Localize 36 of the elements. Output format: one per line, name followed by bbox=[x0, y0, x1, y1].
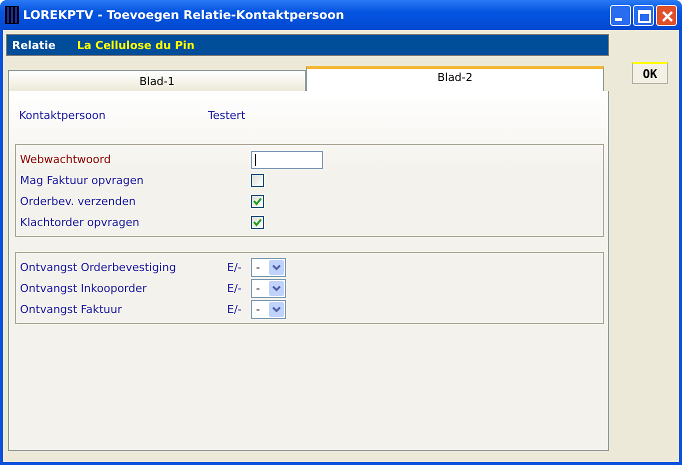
text-cursor bbox=[255, 154, 256, 166]
field-label: Kontaktpersoon bbox=[19, 108, 107, 122]
chevron-down-icon bbox=[269, 260, 284, 275]
field-label: Ontvangst Faktuur bbox=[20, 303, 123, 316]
field-label: Mag Faktuur opvragen bbox=[20, 174, 145, 187]
field-label: Ontvangst Orderbevestiging bbox=[20, 261, 178, 274]
checkbox[interactable] bbox=[251, 174, 264, 187]
header-value: La Cellulose du Pin bbox=[77, 38, 195, 52]
field-label: Ontvangst Inkooporder bbox=[20, 282, 148, 295]
check-icon bbox=[253, 197, 262, 206]
field-label: Klachtorder opvragen bbox=[20, 216, 140, 229]
check-icon bbox=[253, 218, 262, 227]
minimize-icon bbox=[615, 18, 622, 20]
dropdown[interactable]: - bbox=[251, 279, 286, 298]
field-label: Webwachtwoord bbox=[20, 153, 112, 166]
close-button[interactable] bbox=[656, 4, 677, 26]
input-field[interactable] bbox=[251, 150, 323, 168]
header-label: Relatie bbox=[12, 38, 57, 52]
window-title: LOREKPTV - Toevoegen Relatie-Kontaktpersoon bbox=[23, 8, 346, 22]
checkbox[interactable] bbox=[251, 216, 264, 229]
maximize-button[interactable] bbox=[633, 4, 654, 26]
dropdown[interactable]: - bbox=[251, 300, 286, 319]
tab[interactable]: Blad-1 bbox=[8, 70, 306, 91]
field-label: Orderbev. verzenden bbox=[20, 195, 137, 208]
chevron-down-icon bbox=[269, 302, 284, 317]
dropdown[interactable]: - bbox=[251, 258, 286, 277]
tab[interactable]: Blad-2 bbox=[306, 66, 604, 91]
field-code: E/- bbox=[227, 261, 243, 274]
field-code: E/- bbox=[227, 282, 243, 295]
chevron-down-icon bbox=[269, 281, 284, 296]
field-value: Testert bbox=[208, 108, 246, 122]
ok-button[interactable]: OK bbox=[632, 62, 668, 84]
checkbox[interactable] bbox=[251, 195, 264, 208]
app-icon bbox=[5, 6, 19, 24]
field-code: E/- bbox=[227, 303, 243, 316]
minimize-button[interactable] bbox=[610, 4, 631, 26]
